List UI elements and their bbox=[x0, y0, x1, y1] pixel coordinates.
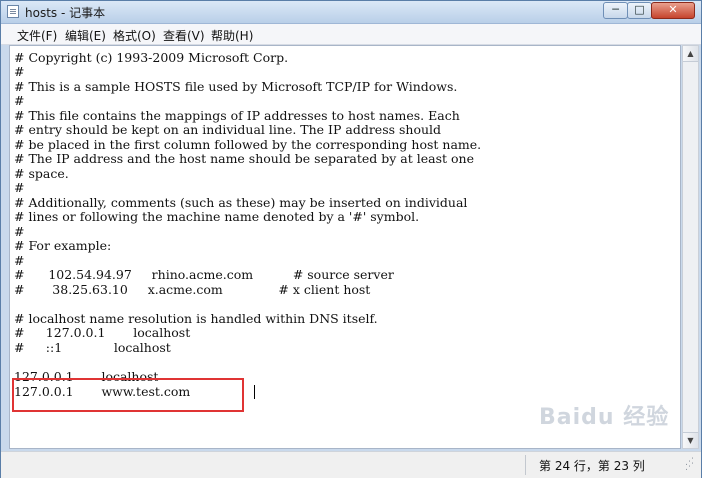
maximize-button[interactable]: □ bbox=[627, 2, 652, 19]
text-line[interactable]: # bbox=[14, 180, 24, 195]
title-bar[interactable]: hosts - 记事本 ─ □ ✕ bbox=[1, 1, 701, 24]
cursor-position-status: 第 24 行，第 23 列 bbox=[539, 459, 645, 473]
text-line[interactable]: # bbox=[14, 93, 24, 108]
menu-help[interactable]: 帮助(H) bbox=[211, 27, 253, 44]
resize-grip-icon[interactable]: ⋰ ⋰ bbox=[685, 458, 697, 474]
status-bar: 第 24 行，第 23 列 ⋰ ⋰ bbox=[1, 451, 701, 478]
text-line[interactable]: # 38.25.63.10 x.acme.com # x client host bbox=[14, 282, 370, 297]
text-line[interactable]: # entry should be kept on an individual … bbox=[14, 122, 441, 137]
text-line[interactable]: # lines or following the machine name de… bbox=[14, 209, 419, 224]
vertical-scrollbar[interactable]: ▲ ▼ bbox=[682, 45, 699, 449]
menu-edit[interactable]: 编辑(E) bbox=[65, 27, 106, 44]
baidu-watermark: Baidu 经验 bbox=[539, 405, 670, 430]
scroll-down-button[interactable]: ▼ bbox=[683, 432, 698, 448]
text-line[interactable]: # The IP address and the host name shoul… bbox=[14, 151, 474, 166]
annotation-highlight-box bbox=[12, 378, 244, 412]
text-line[interactable]: # 127.0.0.1 localhost bbox=[14, 325, 190, 340]
text-line[interactable]: # This file contains the mappings of IP … bbox=[14, 108, 460, 123]
window-title: hosts - 记事本 bbox=[25, 6, 106, 20]
text-line[interactable]: # For example: bbox=[14, 238, 111, 253]
text-line[interactable]: # Copyright (c) 1993-2009 Microsoft Corp… bbox=[14, 50, 288, 65]
text-line[interactable]: # bbox=[14, 224, 24, 239]
scroll-up-button[interactable]: ▲ bbox=[683, 46, 698, 62]
minimize-button[interactable]: ─ bbox=[603, 2, 628, 19]
text-line[interactable]: # 102.54.94.97 rhino.acme.com # source s… bbox=[14, 267, 394, 282]
menu-format[interactable]: 格式(O) bbox=[113, 27, 156, 44]
text-line[interactable]: # Additionally, comments (such as these)… bbox=[14, 195, 467, 210]
menu-file[interactable]: 文件(F) bbox=[17, 27, 57, 44]
menu-bar: 文件(F) 编辑(E) 格式(O) 查看(V) 帮助(H) bbox=[1, 24, 701, 45]
text-line[interactable]: # localhost name resolution is handled w… bbox=[14, 311, 378, 326]
text-line[interactable]: # ::1 localhost bbox=[14, 340, 171, 355]
text-line[interactable]: # bbox=[14, 253, 24, 268]
notepad-window: hosts - 记事本 ─ □ ✕ 文件(F) 编辑(E) 格式(O) 查看(V… bbox=[0, 0, 702, 478]
text-editor[interactable]: # Copyright (c) 1993-2009 Microsoft Corp… bbox=[9, 45, 681, 449]
menu-view[interactable]: 查看(V) bbox=[163, 27, 205, 44]
text-caret bbox=[254, 385, 255, 399]
notepad-icon bbox=[7, 5, 19, 18]
status-separator bbox=[525, 455, 526, 475]
text-line[interactable]: # be placed in the first column followed… bbox=[14, 137, 481, 152]
close-button[interactable]: ✕ bbox=[651, 2, 695, 19]
text-line[interactable]: # space. bbox=[14, 166, 69, 181]
text-line[interactable]: # bbox=[14, 64, 24, 79]
text-line[interactable]: # This is a sample HOSTS file used by Mi… bbox=[14, 79, 457, 94]
